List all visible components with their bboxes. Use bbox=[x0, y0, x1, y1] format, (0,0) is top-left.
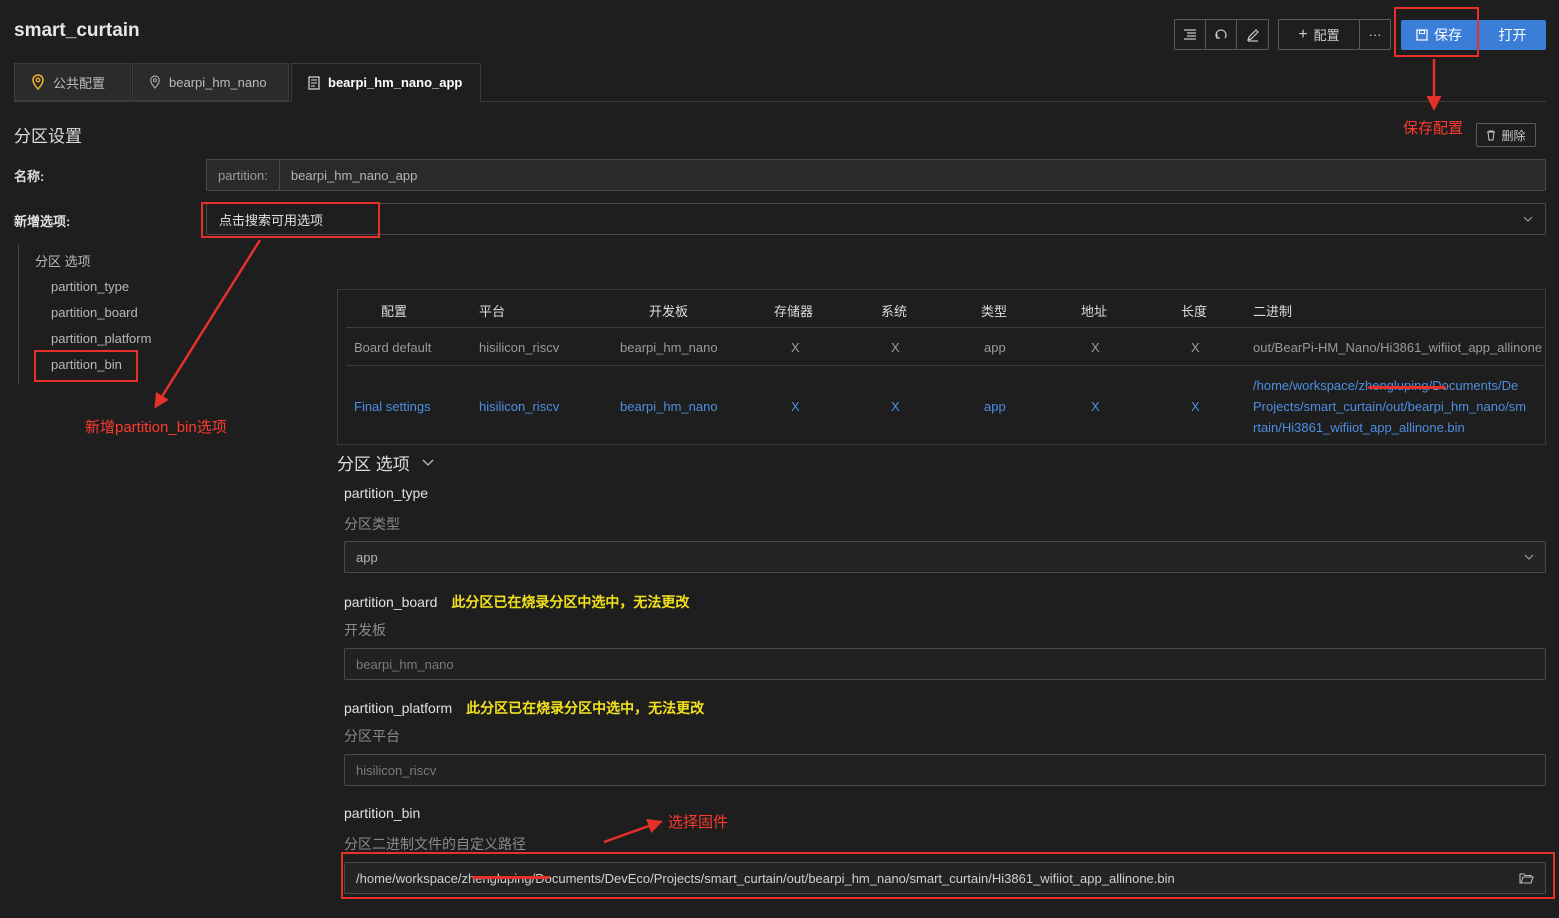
annotation-save-config: 保存配置 bbox=[1403, 120, 1464, 137]
annotation-arrows bbox=[154, 59, 1442, 844]
annotation-add-partition-bin: 新增partition_bin选项 bbox=[85, 419, 227, 436]
annotation-select-firmware: 选择固件 bbox=[668, 814, 729, 831]
